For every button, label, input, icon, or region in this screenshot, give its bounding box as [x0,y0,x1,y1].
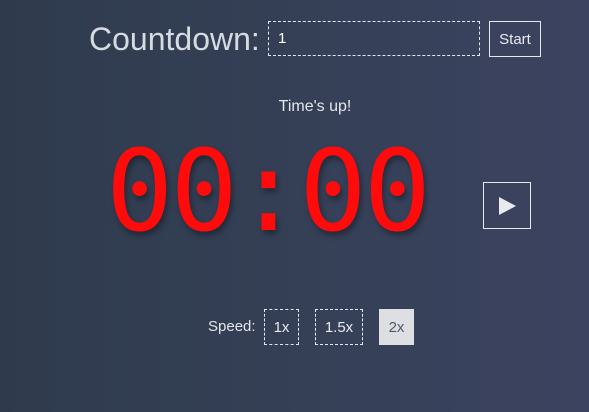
timer-display: 00:00 [105,127,431,257]
status-message: Time's up! [278,98,352,115]
speed-1x-button[interactable]: 1x [264,309,299,345]
countdown-title: Countdown: [89,21,260,57]
minutes-input[interactable] [268,21,480,56]
start-button[interactable]: Start [489,21,541,57]
speed-label: Speed: [208,318,256,335]
play-icon [499,196,516,215]
play-button[interactable] [483,182,531,229]
countdown-app: Countdown: Start Time's up! 00:00 Speed:… [0,0,589,412]
speed-1-5x-button[interactable]: 1.5x [315,309,363,345]
speed-2x-button[interactable]: 2x [379,309,414,345]
